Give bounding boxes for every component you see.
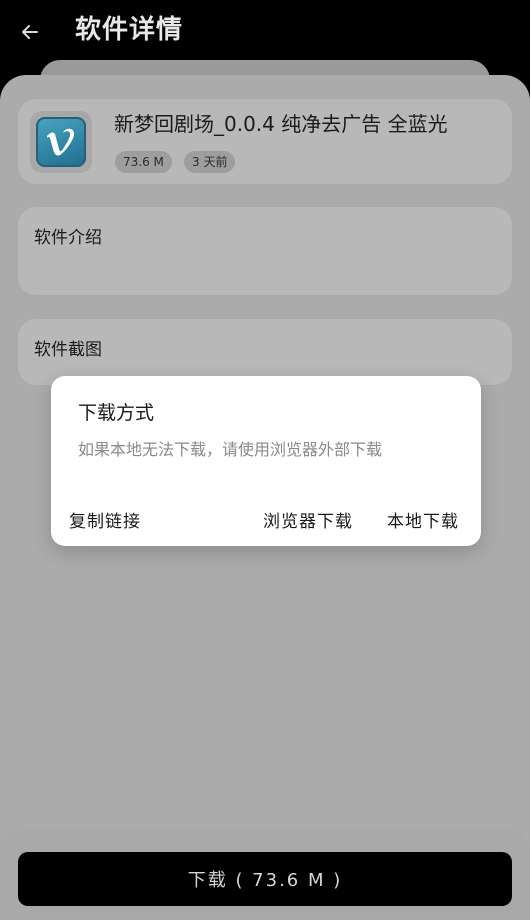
vimeo-icon <box>36 117 86 167</box>
browser-download-button[interactable]: 浏览器下载 <box>263 507 353 532</box>
download-button[interactable]: 下载 ( 73.6 M ) <box>18 852 512 906</box>
copy-link-button[interactable]: 复制链接 <box>69 507 141 532</box>
intro-section: 软件介绍 <box>18 207 512 295</box>
dialog-message: 如果本地无法下载，请使用浏览器外部下载 <box>78 440 383 459</box>
intro-title: 软件介绍 <box>34 228 102 248</box>
back-button[interactable] <box>14 16 46 48</box>
size-badge: 73.6 M <box>115 151 172 173</box>
screenshots-title: 软件截图 <box>34 340 102 360</box>
updated-badge: 3 天前 <box>184 151 236 173</box>
top-app-bar: 软件详情 <box>0 0 530 62</box>
dialog-title: 下载方式 <box>78 402 155 424</box>
app-info-card: 新梦回剧场_0.0.4 纯净去广告 全蓝光 73.6 M 3 天前 <box>18 99 512 184</box>
arrow-left-icon <box>22 25 38 39</box>
app-screen: 软件详情 新梦回剧场_0.0.4 纯净去广告 全蓝光 73.6 M 3 天前 软… <box>0 0 530 920</box>
app-icon-frame <box>30 111 92 173</box>
app-name: 新梦回剧场_0.0.4 纯净去广告 全蓝光 <box>114 112 448 136</box>
local-download-button[interactable]: 本地下载 <box>387 507 459 532</box>
download-method-dialog: 下载方式 如果本地无法下载，请使用浏览器外部下载 复制链接 浏览器下载 本地下载 <box>51 376 481 546</box>
page-title: 软件详情 <box>75 15 184 45</box>
